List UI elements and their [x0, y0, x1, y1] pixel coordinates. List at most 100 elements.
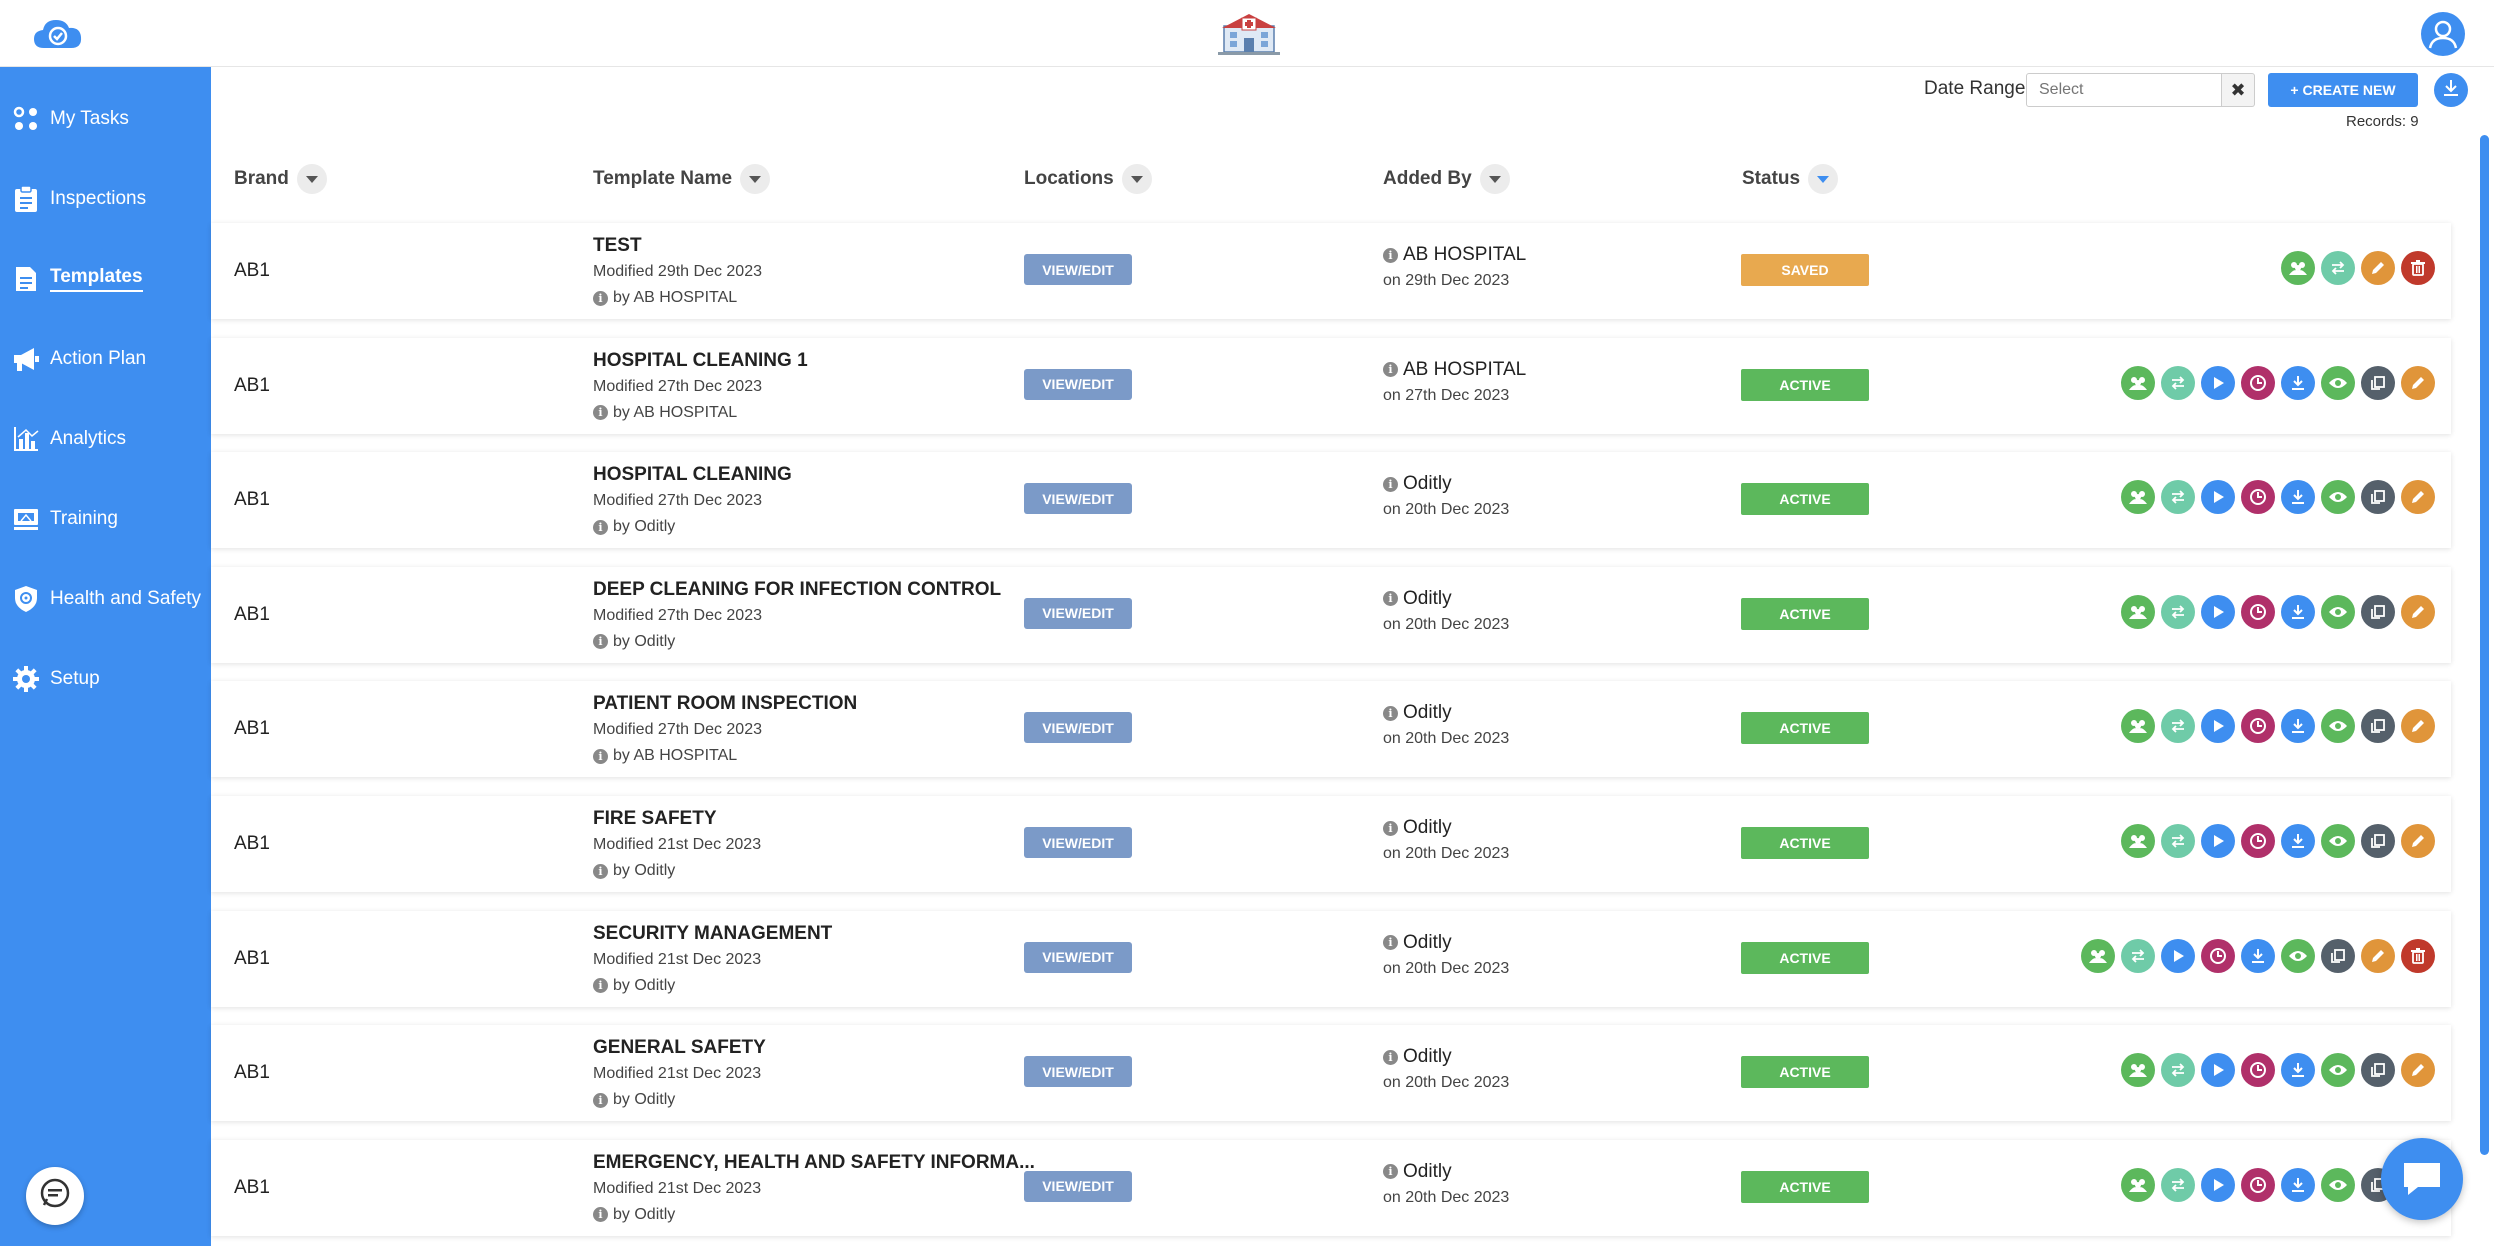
- edit-action-button[interactable]: [2361, 938, 2395, 973]
- copy-action-button[interactable]: [2361, 365, 2395, 400]
- download-action-button[interactable]: [2281, 594, 2315, 629]
- eye-action-button[interactable]: [2321, 1053, 2355, 1088]
- info-icon[interactable]: i: [1383, 591, 1398, 607]
- template-name[interactable]: SECURITY MANAGEMENT: [593, 923, 832, 945]
- clock-action-button[interactable]: [2241, 1053, 2275, 1088]
- swap-action-button[interactable]: [2161, 594, 2195, 629]
- swap-action-button[interactable]: [2161, 1053, 2195, 1088]
- view-edit-locations-button[interactable]: VIEW/EDIT: [1024, 827, 1132, 858]
- view-edit-locations-button[interactable]: VIEW/EDIT: [1024, 941, 1132, 973]
- info-icon[interactable]: i: [1383, 820, 1398, 836]
- sort-brand-button[interactable]: [296, 164, 327, 194]
- clock-action-button[interactable]: [2241, 709, 2275, 744]
- edit-action-button[interactable]: [2401, 594, 2435, 629]
- sidebar-item-analytics[interactable]: Analytics: [0, 414, 211, 464]
- download-action-button[interactable]: [2281, 365, 2315, 400]
- view-edit-locations-button[interactable]: VIEW/EDIT: [1024, 483, 1132, 515]
- download-action-button[interactable]: [2241, 938, 2275, 973]
- play-action-button[interactable]: [2201, 1167, 2235, 1202]
- swap-action-button[interactable]: [2161, 480, 2195, 515]
- copy-action-button[interactable]: [2361, 594, 2395, 629]
- play-action-button[interactable]: [2201, 480, 2235, 515]
- sidebar-item-templates[interactable]: Templates: [0, 254, 211, 304]
- download-action-button[interactable]: [2281, 824, 2315, 858]
- users-action-button[interactable]: [2121, 480, 2155, 515]
- eye-action-button[interactable]: [2281, 938, 2315, 973]
- view-edit-locations-button[interactable]: VIEW/EDIT: [1024, 1056, 1132, 1088]
- view-edit-locations-button[interactable]: VIEW/EDIT: [1024, 597, 1132, 629]
- copy-action-button[interactable]: [2361, 824, 2395, 858]
- delete-action-button[interactable]: [2401, 251, 2435, 285]
- play-action-button[interactable]: [2201, 365, 2235, 400]
- delete-action-button[interactable]: [2401, 938, 2435, 973]
- edit-action-button[interactable]: [2401, 365, 2435, 400]
- swap-action-button[interactable]: [2161, 1167, 2195, 1202]
- users-action-button[interactable]: [2121, 1053, 2155, 1088]
- view-edit-locations-button[interactable]: VIEW/EDIT: [1024, 368, 1132, 400]
- copy-action-button[interactable]: [2321, 938, 2355, 973]
- users-action-button[interactable]: [2121, 709, 2155, 744]
- eye-action-button[interactable]: [2321, 1167, 2355, 1202]
- clear-date-button[interactable]: ✖: [2222, 73, 2255, 107]
- sidebar-item-training[interactable]: Training: [0, 494, 211, 544]
- swap-action-button[interactable]: [2121, 938, 2155, 973]
- sort-status-button[interactable]: [1808, 164, 1839, 194]
- edit-action-button[interactable]: [2401, 1053, 2435, 1088]
- clock-action-button[interactable]: [2241, 594, 2275, 629]
- play-action-button[interactable]: [2201, 1053, 2235, 1088]
- download-button[interactable]: [2434, 73, 2468, 107]
- template-name[interactable]: PATIENT ROOM INSPECTION: [593, 693, 857, 715]
- sort-locations-button[interactable]: [1121, 164, 1152, 194]
- info-icon[interactable]: i: [1383, 1164, 1398, 1180]
- info-icon[interactable]: i: [1383, 705, 1398, 721]
- download-action-button[interactable]: [2281, 1167, 2315, 1202]
- info-icon[interactable]: i: [593, 519, 608, 535]
- download-action-button[interactable]: [2281, 1053, 2315, 1088]
- copy-action-button[interactable]: [2361, 1053, 2395, 1088]
- sidebar-item-setup[interactable]: Setup: [0, 654, 211, 704]
- download-action-button[interactable]: [2281, 480, 2315, 515]
- swap-action-button[interactable]: [2321, 251, 2355, 285]
- download-action-button[interactable]: [2281, 709, 2315, 744]
- template-name[interactable]: FIRE SAFETY: [593, 808, 717, 830]
- clock-action-button[interactable]: [2241, 365, 2275, 400]
- copy-action-button[interactable]: [2361, 480, 2395, 515]
- sort-template-name-button[interactable]: [740, 164, 771, 194]
- info-icon[interactable]: i: [1383, 247, 1398, 263]
- copy-action-button[interactable]: [2361, 709, 2395, 744]
- info-icon[interactable]: i: [593, 863, 608, 879]
- cloud-check-logo-icon[interactable]: [30, 14, 86, 54]
- sidebar-item-action-plan[interactable]: Action Plan: [0, 334, 211, 384]
- template-name[interactable]: HOSPITAL CLEANING: [593, 464, 792, 486]
- play-action-button[interactable]: [2201, 824, 2235, 858]
- template-name[interactable]: GENERAL SAFETY: [593, 1037, 766, 1059]
- swap-action-button[interactable]: [2161, 824, 2195, 858]
- edit-action-button[interactable]: [2361, 251, 2395, 285]
- info-icon[interactable]: i: [593, 405, 608, 421]
- user-profile-icon[interactable]: [2420, 11, 2466, 57]
- edit-action-button[interactable]: [2401, 824, 2435, 858]
- info-icon[interactable]: i: [593, 290, 608, 306]
- sort-added-by-button[interactable]: [1479, 164, 1510, 194]
- info-icon[interactable]: i: [593, 1092, 608, 1108]
- live-chat-button[interactable]: [2381, 1138, 2463, 1220]
- edit-action-button[interactable]: [2401, 709, 2435, 744]
- eye-action-button[interactable]: [2321, 480, 2355, 515]
- info-icon[interactable]: i: [1383, 1049, 1398, 1065]
- info-icon[interactable]: i: [1383, 476, 1398, 492]
- users-action-button[interactable]: [2281, 251, 2315, 285]
- view-edit-locations-button[interactable]: VIEW/EDIT: [1024, 254, 1132, 285]
- vertical-scrollbar[interactable]: [2480, 135, 2489, 1155]
- info-icon[interactable]: i: [593, 978, 608, 994]
- template-name[interactable]: DEEP CLEANING FOR INFECTION CONTROL: [593, 579, 1001, 601]
- users-action-button[interactable]: [2121, 594, 2155, 629]
- info-icon[interactable]: i: [593, 748, 608, 764]
- sidebar-item-inspections[interactable]: Inspections: [0, 174, 211, 224]
- play-action-button[interactable]: [2201, 709, 2235, 744]
- eye-action-button[interactable]: [2321, 824, 2355, 858]
- sidebar-item-my-tasks[interactable]: My Tasks: [0, 94, 211, 144]
- swap-action-button[interactable]: [2161, 365, 2195, 400]
- info-icon[interactable]: i: [593, 1207, 608, 1223]
- clock-action-button[interactable]: [2241, 824, 2275, 858]
- sidebar-item-health-and-safety[interactable]: Health and Safety: [0, 574, 211, 624]
